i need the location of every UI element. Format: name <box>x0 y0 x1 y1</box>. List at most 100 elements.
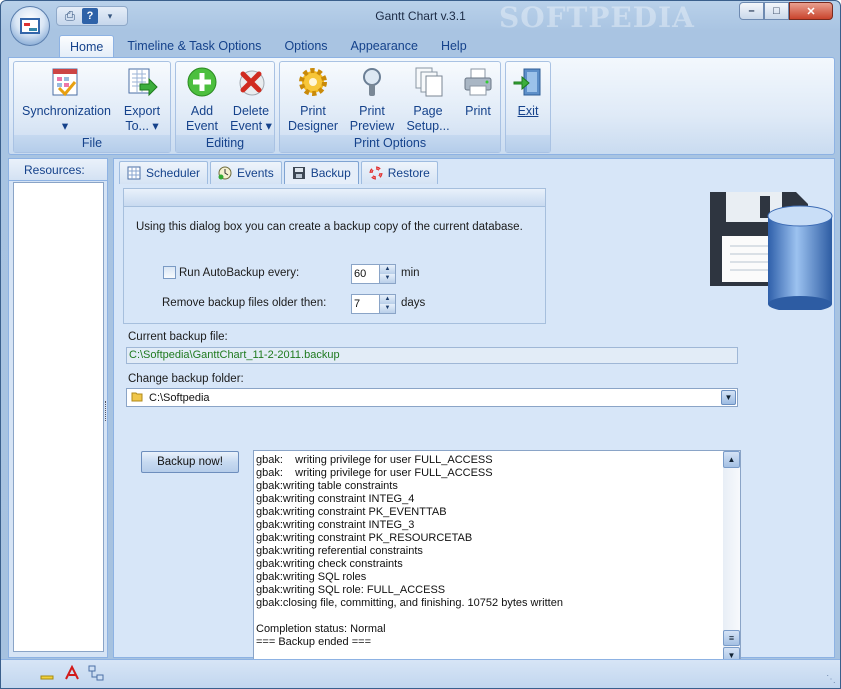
print-button[interactable]: Print <box>458 66 498 119</box>
status-bar: ⋱ <box>1 659 840 688</box>
print-designer-label-2: Designer <box>287 119 339 133</box>
autobackup-unit: min <box>401 267 420 279</box>
quick-access-toolbar: ⎙ ? ▾ <box>56 6 128 26</box>
page-setup-label-2: Setup... <box>406 119 450 133</box>
synchronization-icon <box>49 66 81 98</box>
tab-timeline-task-options[interactable]: Timeline & Task Options <box>117 35 271 58</box>
delete-event-button[interactable]: Delete Event ▾ <box>228 66 274 134</box>
page-setup-button[interactable]: Page Setup... <box>404 66 452 134</box>
group-exit: Exit <box>505 61 551 153</box>
spin-up-icon[interactable]: ▲ <box>379 295 395 304</box>
backup-now-button[interactable]: Backup now! <box>141 451 239 473</box>
sub-tabs: Scheduler Events Backup Restore <box>119 161 440 185</box>
export-label: Export <box>123 104 161 118</box>
lifebuoy-icon <box>369 166 383 180</box>
autobackup-interval-value: 60 <box>354 268 367 280</box>
add-event-button[interactable]: Add Event <box>180 66 224 134</box>
log-line: gbak:writing SQL roles <box>256 571 367 583</box>
remove-spin-buttons: ▲ ▼ <box>379 295 395 313</box>
printer-icon[interactable]: ⎙ <box>62 8 78 24</box>
gear-icon <box>297 66 329 98</box>
tab-appearance[interactable]: Appearance <box>341 35 428 58</box>
ribbon-tabs: Home Timeline & Task Options Options App… <box>59 35 480 58</box>
resources-list[interactable] <box>13 182 104 652</box>
remove-days-value: 7 <box>354 298 361 310</box>
minimize-button[interactable]: – <box>739 2 764 20</box>
remove-days-stepper[interactable]: 7 ▲ ▼ <box>351 294 396 314</box>
log-line: gbak:writing table constraints <box>256 480 398 492</box>
tab-backup-label: Backup <box>310 166 351 180</box>
resources-label: Resources: <box>9 159 107 181</box>
main-panel: Scheduler Events Backup Restore Using th… <box>113 158 835 665</box>
resize-grip-icon[interactable]: ⋱ <box>826 674 836 685</box>
autobackup-box-header <box>124 189 545 207</box>
scroll-thumb[interactable]: ≡ <box>723 630 740 646</box>
autobackup-interval-stepper[interactable]: 60 ▲ ▼ <box>351 264 396 284</box>
spin-down-icon[interactable]: ▼ <box>379 304 395 313</box>
backup-log[interactable]: gbak: writing privilege for user FULL_AC… <box>253 450 741 665</box>
exit-label: Exit <box>517 104 539 118</box>
magnifier-icon <box>356 66 388 98</box>
remove-old-label: Remove backup files older then: <box>162 297 327 309</box>
spin-down-icon[interactable]: ▼ <box>379 274 395 283</box>
log-line: gbak: writing privilege for user FULL_AC… <box>256 467 493 479</box>
exit-button[interactable]: Exit <box>508 66 548 119</box>
chevron-down-icon[interactable]: ▼ <box>721 390 736 405</box>
panel-splitter[interactable] <box>105 401 108 421</box>
log-scrollbar[interactable]: ▲ ≡ ▼ <box>723 451 740 664</box>
log-line: gbak:writing check constraints <box>256 558 403 570</box>
resources-panel: Resources: <box>8 158 108 658</box>
print-preview-label-2: Preview <box>349 119 395 133</box>
tab-events-label: Events <box>237 166 274 180</box>
print-preview-label-1: Print <box>359 104 385 118</box>
acrobat-icon[interactable] <box>64 664 80 684</box>
dropdown-icon[interactable]: ▾ <box>102 8 118 24</box>
app-window: SOFTPEDIA Gantt Chart v.3.1 – □ ✕ ⎙ ? ▾ … <box>0 0 841 689</box>
log-line: gbak:writing SQL role: FULL_ACCESS <box>256 584 446 596</box>
tab-help[interactable]: Help <box>431 35 477 58</box>
help-icon[interactable]: ? <box>82 8 98 24</box>
tab-scheduler[interactable]: Scheduler <box>119 161 209 184</box>
spin-up-icon[interactable]: ▲ <box>379 265 395 274</box>
group-print-options: Print Designer Print Preview Page Setup.… <box>279 61 501 153</box>
synchronization-button[interactable]: Synchronization ▾ <box>22 66 111 134</box>
tab-options[interactable]: Options <box>274 35 337 58</box>
current-backup-file-field[interactable]: C:\Softpedia\GanttChart_11-2-2011.backup <box>126 347 738 364</box>
tab-backup[interactable]: Backup <box>283 161 359 184</box>
backup-database-icon <box>706 182 834 313</box>
folder-icon <box>131 390 143 405</box>
delete-event-label-2: Event ▾ <box>230 119 272 133</box>
backup-folder-select[interactable]: C:\Softpedia ▼ <box>126 388 738 407</box>
add-icon <box>186 66 218 98</box>
print-preview-button[interactable]: Print Preview <box>346 66 398 134</box>
log-line: gbak:writing constraint PK_RESOURCETAB <box>256 532 473 544</box>
gantt-chart-icon <box>20 18 40 34</box>
close-button[interactable]: ✕ <box>789 2 833 20</box>
group-label-editing: Editing <box>176 135 274 152</box>
log-line: === Backup ended === <box>256 636 371 648</box>
print-designer-button[interactable]: Print Designer <box>286 66 340 134</box>
exit-door-icon <box>512 66 544 98</box>
floppy-icon <box>292 166 306 180</box>
scroll-up-icon[interactable]: ▲ <box>723 451 740 468</box>
autobackup-checkbox[interactable] <box>163 266 176 279</box>
add-event-label-1: Add <box>190 104 214 118</box>
window-controls: – □ ✕ <box>739 2 833 20</box>
tab-home[interactable]: Home <box>59 35 115 58</box>
add-event-label-2: Event <box>186 119 218 133</box>
app-menu-button[interactable] <box>10 6 50 46</box>
export-dropdown: To... ▾ <box>125 119 159 133</box>
network-icon[interactable] <box>88 665 104 684</box>
autobackup-spin-buttons: ▲ ▼ <box>379 265 395 283</box>
highlighter-icon[interactable] <box>40 667 54 684</box>
group-file: Synchronization ▾ Export To... ▾ File <box>13 61 171 153</box>
tab-scheduler-label: Scheduler <box>146 166 201 180</box>
export-to-button[interactable]: Export To... ▾ <box>118 66 166 134</box>
tab-events[interactable]: Events <box>210 161 282 184</box>
tab-restore[interactable]: Restore <box>360 161 438 184</box>
log-line: gbak:writing constraint INTEG_4 <box>256 493 415 505</box>
maximize-button[interactable]: □ <box>764 2 789 20</box>
backup-content: Using this dialog box you can create a b… <box>116 182 834 665</box>
tab-restore-label: Restore <box>387 166 430 180</box>
